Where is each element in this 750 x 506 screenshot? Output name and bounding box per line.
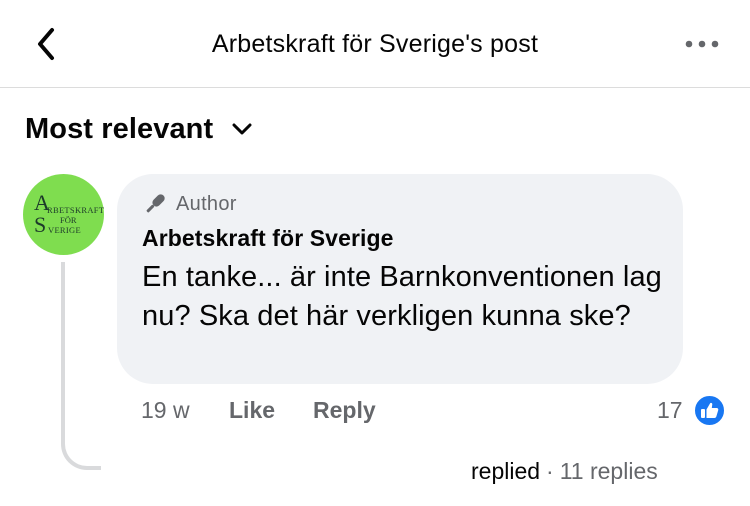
author-label: Author xyxy=(176,192,237,215)
microphone-icon xyxy=(146,194,165,213)
sort-label: Most relevant xyxy=(25,112,214,145)
like-button[interactable]: Like xyxy=(229,397,275,424)
reaction-count[interactable]: 17 xyxy=(657,397,683,424)
avatar-text-line-3: VERIGE xyxy=(48,225,81,235)
replied-label: replied xyxy=(471,458,541,484)
comment-timestamp: 19 w xyxy=(141,397,190,423)
sort-dropdown[interactable]: Most relevant xyxy=(25,109,253,149)
avatar-text-line-2: FÖR xyxy=(60,215,77,225)
reply-count: 11 replies xyxy=(559,458,658,484)
avatar-text-line-1: RBETSKRAFT xyxy=(47,205,105,215)
comment-author-name[interactable]: Arbetskraft för Sverige xyxy=(142,225,394,252)
reply-button[interactable]: Reply xyxy=(313,397,376,424)
avatar[interactable]: A RBETSKRAFT FÖR S VERIGE xyxy=(23,174,104,255)
page-title: Arbetskraft för Sverige's post xyxy=(211,30,539,58)
chevron-down-icon xyxy=(232,123,252,135)
like-reaction-icon[interactable] xyxy=(693,394,726,427)
view-replies-link[interactable]: replied · 11 replies xyxy=(471,458,658,485)
thread-connector xyxy=(61,262,101,470)
more-horizontal-icon[interactable] xyxy=(682,36,722,52)
top-bar: Arbetskraft för Sverige's post xyxy=(0,0,750,88)
comment-bubble[interactable]: Author Arbetskraft för Sverige En tanke.… xyxy=(117,174,683,384)
separator-dot: · xyxy=(546,458,554,484)
author-badge: Author xyxy=(142,192,237,216)
avatar-letter-s: S xyxy=(34,212,47,237)
comment-text: En tanke... är inte Barnkonventionen lag… xyxy=(142,261,662,332)
